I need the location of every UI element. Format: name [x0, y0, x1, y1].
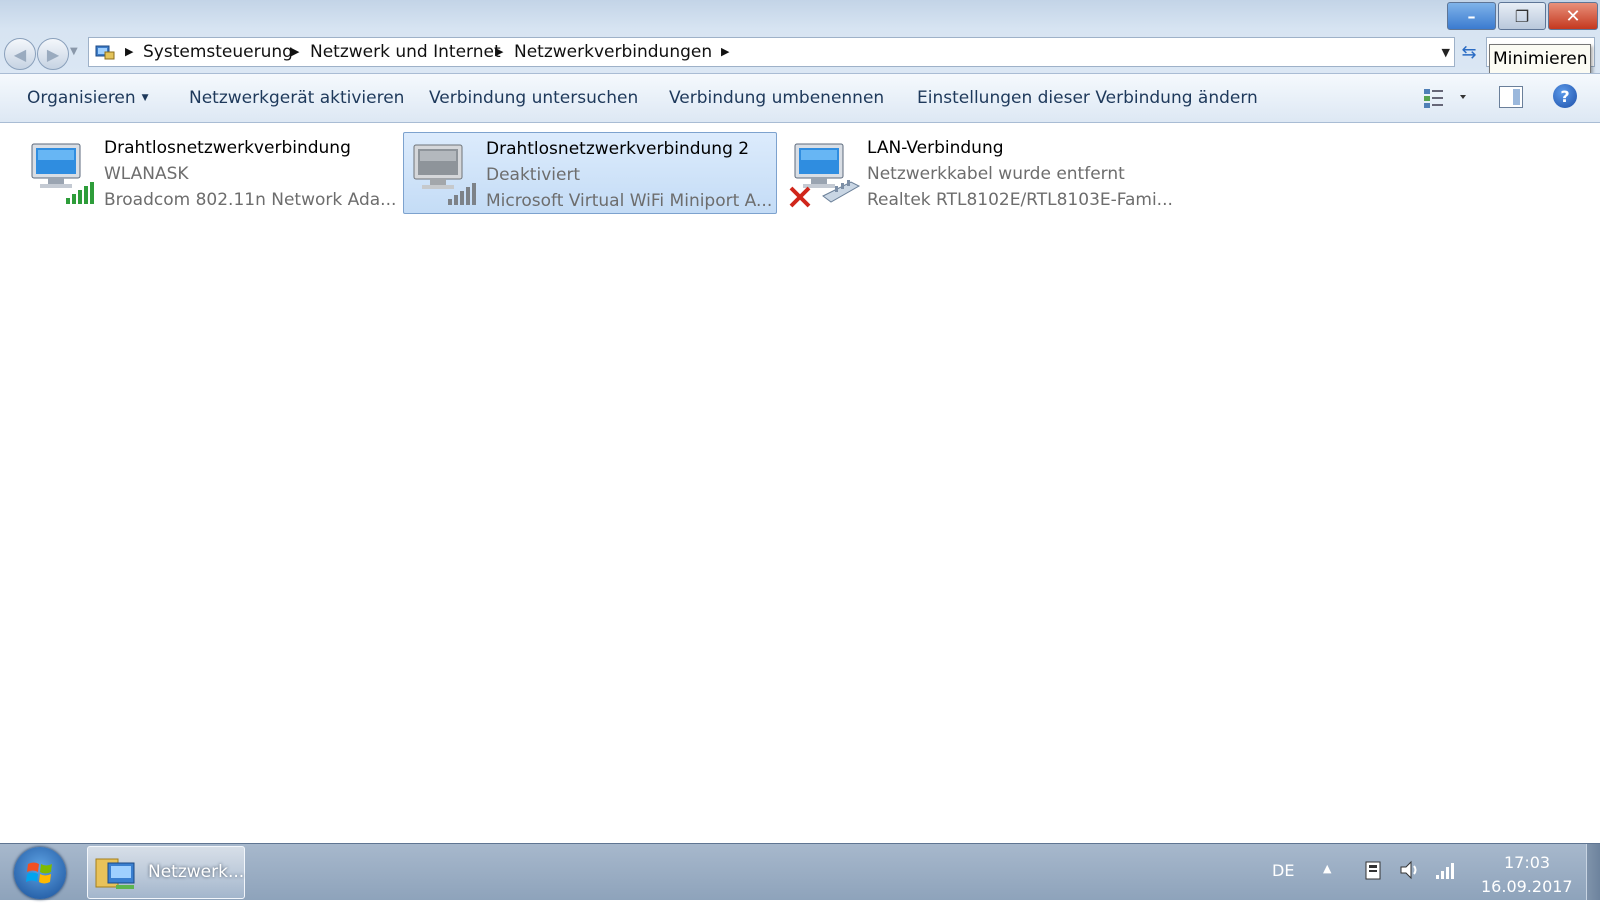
rename-connection-button[interactable]: Verbindung umbenennen [669, 88, 884, 108]
clock-date[interactable]: 16.09.2017 [1481, 877, 1573, 896]
taskbar-item-netzwerk[interactable]: Netzwerk... [87, 846, 245, 899]
error-x-icon [789, 186, 811, 208]
connections-list: Drahtlosnetzwerkverbindung WLANASK Broad… [0, 123, 1600, 843]
change-view-button[interactable] [1420, 86, 1470, 110]
wireless-connection-disabled-icon [413, 144, 476, 205]
restore-icon: ❐ [1514, 6, 1530, 26]
forward-arrow-icon: ▶ [46, 44, 60, 64]
back-arrow-icon: ◀ [13, 44, 27, 64]
breadcrumb-netzwerkverbindungen[interactable]: Netzwerkverbindungen [514, 42, 712, 62]
diagnose-connection-button[interactable]: Verbindung untersuchen [429, 88, 638, 108]
language-indicator[interactable]: DE [1272, 861, 1294, 880]
maximize-button[interactable]: ❐ [1498, 2, 1546, 30]
clock-time[interactable]: 17:03 [1504, 853, 1550, 872]
taskbar-item-label: Netzwerk... [148, 862, 245, 882]
connection-item-wireless-1[interactable]: Drahtlosnetzwerkverbindung WLANASK Broad… [22, 132, 396, 214]
caret-down-icon: ▼ [141, 93, 149, 103]
close-button[interactable]: ✕ [1548, 2, 1598, 30]
connection-status: Netzwerkkabel wurde entfernt [867, 164, 1125, 184]
help-icon: ? [1560, 86, 1570, 106]
control-panel-icon [95, 45, 115, 60]
breadcrumb-separator-icon[interactable]: ▶ [125, 45, 133, 58]
connection-item-lan[interactable]: LAN-Verbindung Netzwerkkabel wurde entfe… [785, 132, 1173, 214]
windows-logo-icon [26, 862, 52, 884]
connection-adapter: Realtek RTL8102E/RTL8103E-Fami... [867, 190, 1173, 210]
connection-name: LAN-Verbindung [867, 138, 1004, 158]
breadcrumb-netzwerk-und-internet[interactable]: Netzwerk und Internet [310, 42, 501, 62]
address-bar[interactable]: ▶ Systemsteuerung ▶ Netzwerk und Interne… [88, 37, 1455, 67]
breadcrumb-separator-icon[interactable]: ▶ [721, 45, 729, 58]
volume-icon[interactable] [1398, 859, 1420, 881]
change-settings-button[interactable]: Einstellungen dieser Verbindung ändern [917, 88, 1258, 108]
action-center-icon[interactable] [1362, 859, 1384, 881]
organize-label: Organisieren [27, 88, 136, 108]
command-bar: Organisieren ▼ Netzwerkgerät aktivieren V… [0, 73, 1600, 123]
wireless-connection-icon [31, 143, 94, 204]
connection-adapter: Broadcom 802.11n Network Ada... [104, 190, 397, 210]
connection-status: WLANASK [104, 164, 189, 184]
title-bar: – ❐ ✕ ◀ ▶ ▼ ▶ Systemsteuerung ▶ Netzwerk… [0, 0, 1600, 74]
breadcrumb-separator-icon[interactable]: ▶ [495, 45, 503, 58]
tooltip: Minimieren [1489, 44, 1592, 74]
network-folder-icon [95, 858, 135, 889]
show-hidden-icons-button[interactable]: ▲ [1323, 862, 1331, 875]
refresh-icon: ⇆ [1461, 41, 1477, 63]
network-cable-icon [822, 180, 861, 203]
connection-name: Drahtlosnetzwerkverbindung [104, 138, 351, 158]
organize-menu[interactable]: Organisieren ▼ [27, 88, 149, 108]
refresh-button[interactable]: ⇆ [1456, 38, 1482, 66]
connection-name: Drahtlosnetzwerkverbindung 2 [486, 139, 750, 159]
back-button[interactable]: ◀ [4, 38, 36, 70]
close-icon: ✕ [1565, 5, 1581, 27]
address-history-dropdown[interactable]: ▼ [1442, 46, 1450, 59]
connection-item-wireless-2[interactable]: Drahtlosnetzwerkverbindung 2 Deaktiviert… [403, 132, 777, 214]
forward-button[interactable]: ▶ [37, 38, 69, 70]
breadcrumb-systemsteuerung[interactable]: Systemsteuerung [143, 42, 293, 62]
show-desktop-button[interactable] [1586, 844, 1600, 900]
view-list-icon [1424, 89, 1443, 108]
preview-pane-button[interactable] [1499, 86, 1523, 108]
connection-status: Deaktiviert [486, 165, 581, 185]
breadcrumb-separator-icon[interactable]: ▶ [291, 45, 299, 58]
lan-connection-icon [789, 143, 861, 208]
taskbar: Netzwerk... DE ▲ 17:03 16.09.2017 [0, 843, 1600, 900]
minimize-icon: – [1467, 6, 1476, 26]
caret-down-icon [1460, 95, 1466, 99]
connection-adapter: Microsoft Virtual WiFi Miniport A... [486, 191, 773, 211]
recent-pages-dropdown[interactable]: ▼ [70, 46, 78, 57]
start-button[interactable] [14, 847, 66, 899]
help-button[interactable]: ? [1553, 84, 1577, 108]
activate-device-button[interactable]: Netzwerkgerät aktivieren [189, 88, 404, 108]
minimize-button[interactable]: – [1447, 2, 1496, 30]
network-signal-icon[interactable] [1434, 859, 1456, 881]
